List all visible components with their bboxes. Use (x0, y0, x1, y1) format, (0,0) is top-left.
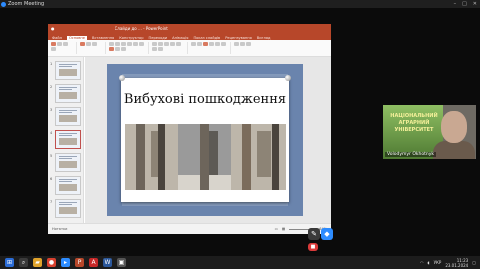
ribbon-group-paragraph[interactable] (152, 42, 188, 54)
chrome-icon[interactable]: ● (47, 258, 56, 267)
slide-thumbnail[interactable]: 6 (50, 176, 81, 195)
windows-taskbar: ⊞ ⌕ ▰ ● ▸ P A W ▣ ◠ ◖ УКР 11:23 23.01.20… (0, 256, 480, 269)
ribbon-group-clipboard[interactable] (51, 42, 77, 54)
ppt-window-title: Слайди до ... - PowerPoint (114, 26, 168, 31)
slide-number: 6 (50, 177, 53, 181)
ppt-titlebar: ● Слайди до ... - PowerPoint (48, 24, 331, 33)
stop-share-icon[interactable]: ■ (308, 243, 318, 251)
ribbon-tab[interactable]: Основне (66, 36, 87, 40)
slide-number: 4 (50, 131, 53, 135)
word-icon[interactable]: W (103, 258, 112, 267)
ribbon-tab[interactable]: Переходи (149, 36, 168, 40)
volume-icon[interactable]: ◖ (428, 260, 430, 265)
ribbon-tab[interactable]: Рецензування (225, 36, 252, 40)
zoom-window-title: Zoom Meeting (8, 1, 45, 7)
ribbon-tab[interactable]: Вставлення (92, 36, 114, 40)
ribbon-group-drawing[interactable] (191, 42, 231, 54)
pin-icon (119, 75, 125, 81)
zoom-taskbar-icon[interactable]: ▸ (61, 258, 70, 267)
participant-video[interactable]: НАЦІОНАЛЬНИЙ АГРАРНИЙ УНІВЕРСИТЕТ Volody… (383, 105, 476, 159)
participant-body (433, 141, 475, 159)
clock[interactable]: 11:23 23.01.2024 (445, 258, 468, 268)
slide-number: 7 (50, 200, 53, 204)
slide-number: 3 (50, 108, 53, 112)
slide-sorter-icon[interactable]: ▦ (282, 227, 285, 231)
ribbon-tabs: Файл Основне Вставлення Конструктор Переходи… (48, 33, 331, 40)
pin-icon (285, 75, 291, 81)
damage-photo-2[interactable] (178, 124, 233, 190)
ppt-status-bar: Нотатки ▭ ▦ 64% (48, 223, 331, 234)
minimize-icon[interactable]: – (454, 1, 457, 7)
university-banner: НАЦІОНАЛЬНИЙ АГРАРНИЙ УНІВЕРСИТЕТ (390, 113, 438, 133)
current-slide[interactable]: Вибухові пошкодження (107, 64, 303, 216)
app-icon[interactable]: ▣ (117, 258, 126, 267)
powerpoint-taskbar-icon[interactable]: P (75, 258, 84, 267)
ribbon-tab[interactable]: Вигляд (257, 36, 271, 40)
ribbon-tab[interactable]: Показ слайдів (193, 36, 220, 40)
ribbon-tab[interactable]: Файл (52, 36, 62, 40)
windows-start-icon[interactable]: ⊞ (5, 258, 14, 267)
zoom-titlebar: Zoom Meeting – □ ✕ (0, 0, 480, 8)
zoom-logo-icon (1, 1, 6, 7)
ribbon (48, 40, 331, 57)
system-tray: ◠ ◖ УКР 11:23 23.01.2024 ▢ (420, 258, 480, 268)
ribbon-group-slides[interactable] (80, 42, 106, 54)
participant-face (441, 111, 467, 143)
slide-thumbnail[interactable]: 5 (50, 153, 81, 172)
wifi-icon[interactable]: ◠ (420, 260, 424, 265)
slide-title[interactable]: Вибухові пошкодження (121, 92, 289, 107)
slide-thumbnail[interactable]: 1 (50, 61, 81, 80)
powerpoint-window: ● Слайди до ... - PowerPoint Файл Основне… (48, 24, 331, 234)
slide-number: 1 (50, 62, 53, 66)
maximize-icon[interactable]: □ (462, 1, 467, 7)
notifications-icon[interactable]: ▢ (472, 260, 476, 265)
file-explorer-icon[interactable]: ▰ (33, 258, 42, 267)
participant-name: Volodymyr Okhotnyk (385, 152, 436, 157)
slide-thumbnail[interactable]: 7 (50, 199, 81, 218)
slide-thumbnail[interactable]: 2 (50, 84, 81, 103)
ribbon-group-font[interactable] (109, 42, 149, 54)
search-icon[interactable]: ⌕ (19, 258, 28, 267)
slide-thumbnail[interactable]: 4 (50, 130, 81, 149)
autosave-icon[interactable]: ● (51, 26, 55, 31)
slide-content-card: Вибухові пошкодження (119, 75, 291, 202)
date: 23.01.2024 (445, 262, 469, 268)
damage-photo-1[interactable] (125, 124, 180, 190)
pen-annotate-icon[interactable]: ✎ (308, 228, 320, 240)
language-indicator[interactable]: УКР (434, 260, 442, 265)
acrobat-icon[interactable]: A (89, 258, 98, 267)
slide-number: 5 (50, 154, 53, 158)
damage-photo-3[interactable] (231, 124, 286, 190)
slide-thumbnail[interactable]: 3 (50, 107, 81, 126)
normal-view-icon[interactable]: ▭ (275, 227, 278, 231)
share-control-icon[interactable]: ◆ (321, 228, 333, 240)
notes-button[interactable]: Нотатки (52, 227, 67, 231)
slide-editing-canvas: Вибухові пошкодження (85, 57, 331, 223)
slide-thumbnails-pane: 1 2 3 4 5 6 7 (48, 57, 84, 223)
close-icon[interactable]: ✕ (473, 1, 477, 7)
ribbon-group-editing[interactable] (234, 42, 264, 54)
slide-number: 2 (50, 85, 53, 89)
ribbon-tab[interactable]: Анімація (172, 36, 188, 40)
ribbon-tab[interactable]: Конструктор (119, 36, 143, 40)
